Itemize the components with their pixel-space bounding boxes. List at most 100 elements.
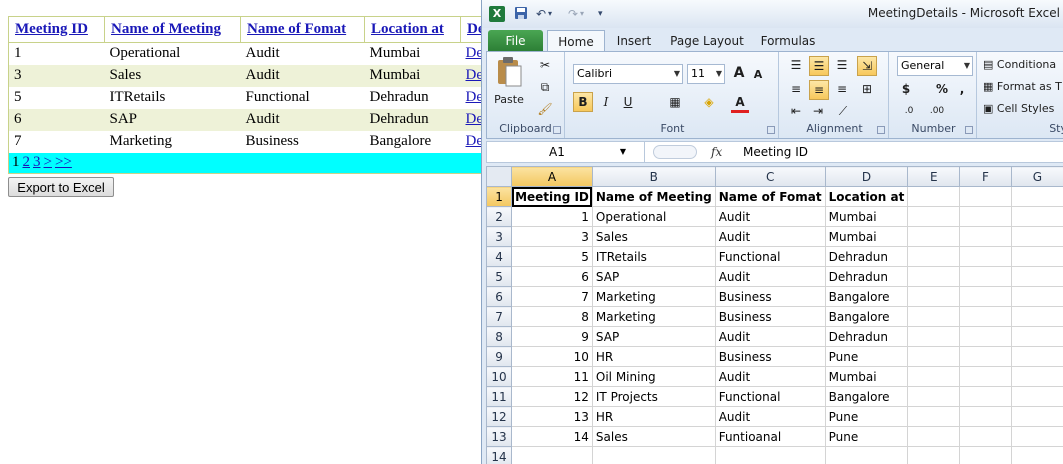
cell[interactable] (1010, 186, 1063, 207)
grow-font-button[interactable]: A (731, 64, 747, 82)
italic-button[interactable]: I (597, 93, 615, 111)
col-header-location[interactable]: Location at (364, 16, 461, 43)
cell[interactable] (1010, 266, 1063, 287)
comma-button[interactable]: , (955, 80, 969, 98)
format-as-table-button[interactable]: ▦ Format as T (983, 78, 1062, 96)
percent-button[interactable]: % (935, 80, 949, 98)
row-header[interactable]: 11 (486, 386, 513, 407)
font-size-combo[interactable]: 11 ▼ (687, 64, 725, 84)
cell[interactable]: Audit (714, 406, 826, 427)
cell[interactable] (511, 446, 593, 464)
conditional-formatting-button[interactable]: ▤ Conditiona (983, 56, 1056, 74)
currency-button[interactable]: $ (899, 80, 913, 98)
cell[interactable]: 14 (511, 426, 593, 447)
align-right-icon[interactable]: ≡ (833, 80, 851, 98)
cell[interactable] (959, 266, 1012, 287)
cell[interactable]: Meeting ID (511, 186, 593, 207)
cell[interactable]: 1 (511, 206, 593, 227)
row-header[interactable]: 3 (486, 226, 513, 247)
cell[interactable]: Business (714, 306, 826, 327)
cell[interactable]: Name of Fomat (714, 186, 826, 207)
bold-button[interactable]: B (573, 92, 593, 112)
cell[interactable] (959, 306, 1012, 327)
select-all-corner[interactable] (486, 166, 513, 187)
cell[interactable] (907, 246, 961, 267)
column-header[interactable]: A (511, 166, 593, 187)
cell[interactable] (959, 226, 1012, 247)
orientation-icon[interactable]: ⟋ (833, 102, 853, 120)
column-header[interactable]: D (824, 166, 909, 187)
sort-name-link[interactable]: Name of Meeting (111, 21, 221, 37)
cell[interactable]: Audit (714, 326, 826, 347)
undo-icon[interactable]: ↶ (536, 6, 546, 22)
cell[interactable]: HR (591, 406, 716, 427)
underline-button[interactable]: U (619, 93, 637, 111)
number-format-combo[interactable]: General ▼ (897, 56, 973, 76)
font-name-combo[interactable]: Calibri ▼ (573, 64, 683, 84)
cell[interactable] (1010, 246, 1063, 267)
cut-icon[interactable]: ✂ (535, 56, 555, 74)
cell[interactable] (959, 386, 1012, 407)
cell[interactable]: 8 (511, 306, 593, 327)
cell[interactable]: Mumbai (824, 226, 909, 247)
cell[interactable]: SAP (591, 266, 716, 287)
cell[interactable] (959, 406, 1012, 427)
cell[interactable] (959, 366, 1012, 387)
col-header-meeting-id[interactable]: Meeting ID (8, 16, 105, 43)
cell[interactable] (907, 186, 961, 207)
cell[interactable]: 3 (511, 226, 593, 247)
cell[interactable]: Pune (824, 346, 909, 367)
tab-file[interactable]: File (488, 30, 543, 52)
cell[interactable]: Dehradun (824, 266, 909, 287)
cell[interactable]: Sales (591, 426, 716, 447)
pager-page-link[interactable]: 2 (23, 154, 31, 170)
cell[interactable]: Pune (824, 406, 909, 427)
excel-logo-icon[interactable]: X (489, 6, 505, 22)
tab-page-layout[interactable]: Page Layout (668, 30, 746, 52)
cell[interactable]: Oil Mining (591, 366, 716, 387)
formula-input[interactable]: Meeting ID (743, 142, 808, 162)
formula-bar-expander[interactable] (653, 145, 697, 159)
pager-last-link[interactable]: >> (55, 154, 72, 170)
customize-qat-icon[interactable]: ▾ (598, 6, 603, 22)
name-box[interactable]: A1 ▼ (487, 142, 645, 162)
cell[interactable]: Audit (714, 266, 826, 287)
cell[interactable] (1010, 306, 1063, 327)
align-top-icon[interactable]: ☰ (787, 56, 805, 74)
cell[interactable] (907, 226, 961, 247)
row-header[interactable]: 1 (486, 186, 513, 207)
align-bottom-icon[interactable]: ☰ (833, 56, 851, 74)
cell[interactable] (1010, 206, 1063, 227)
cell[interactable] (1010, 386, 1063, 407)
cell[interactable]: Bangalore (824, 386, 909, 407)
row-header[interactable]: 2 (486, 206, 513, 227)
row-header[interactable]: 13 (486, 426, 513, 447)
cell[interactable]: Name of Meeting (591, 186, 716, 207)
cell[interactable]: 9 (511, 326, 593, 347)
cell[interactable]: ITRetails (591, 246, 716, 267)
export-to-excel-button[interactable]: Export to Excel (8, 177, 114, 197)
cell[interactable] (959, 186, 1012, 207)
copy-icon[interactable]: ⧉ (535, 78, 555, 96)
font-launcher-icon[interactable] (767, 126, 775, 134)
cell[interactable] (907, 306, 961, 327)
tab-insert[interactable]: Insert (610, 30, 658, 52)
clipboard-launcher-icon[interactable] (553, 126, 561, 134)
cell[interactable]: Location at (824, 186, 909, 207)
col-header-format[interactable]: Name of Fomat (240, 16, 365, 43)
cell[interactable] (714, 446, 826, 464)
row-header[interactable]: 14 (486, 446, 513, 464)
alignment-launcher-icon[interactable] (877, 126, 885, 134)
cell[interactable]: Functional (714, 246, 826, 267)
cell[interactable]: Mumbai (824, 366, 909, 387)
font-color-icon[interactable]: A (731, 93, 749, 113)
cell[interactable] (907, 326, 961, 347)
cell[interactable] (907, 426, 961, 447)
number-launcher-icon[interactable] (965, 126, 973, 134)
insert-function-icon[interactable]: fx (711, 142, 722, 162)
cell[interactable] (1010, 326, 1063, 347)
borders-icon[interactable]: ▦ (665, 93, 685, 111)
cell[interactable] (1010, 346, 1063, 367)
cell[interactable] (907, 286, 961, 307)
cell[interactable]: 11 (511, 366, 593, 387)
